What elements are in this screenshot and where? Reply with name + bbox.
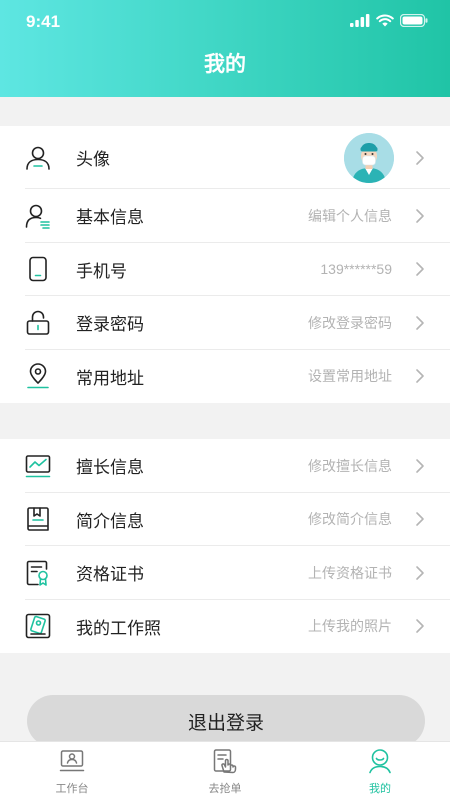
row-value: 修改擅长信息 xyxy=(308,457,392,474)
status-icons xyxy=(350,14,428,27)
row-value: 修改登录密码 xyxy=(308,314,392,331)
chevron-right-icon xyxy=(416,512,424,527)
tab-bar: 工作台 去抢单 我的 xyxy=(0,741,450,800)
row-specialty[interactable]: 擅长信息 修改擅长信息 xyxy=(0,439,450,493)
chevron-right-icon xyxy=(416,150,424,165)
row-value: 修改简介信息 xyxy=(308,511,392,528)
user-icon xyxy=(25,145,51,171)
chart-board-icon xyxy=(25,453,51,479)
tab-workbench[interactable]: 工作台 xyxy=(27,748,117,796)
tab-grab-order[interactable]: 去抢单 xyxy=(180,748,270,796)
row-value: 设置常用地址 xyxy=(308,368,392,385)
row-label: 头像 xyxy=(76,150,110,169)
status-time: 9:41 xyxy=(26,12,61,31)
row-value: 编辑个人信息 xyxy=(308,207,392,224)
lock-icon xyxy=(25,310,51,336)
avatar[interactable] xyxy=(344,132,394,183)
bookmark-doc-icon xyxy=(25,506,51,532)
certificate-icon xyxy=(25,560,51,586)
row-label: 基本信息 xyxy=(76,208,144,228)
row-phone[interactable]: 手机号 139******59 xyxy=(0,243,450,296)
row-label: 资格证书 xyxy=(76,565,144,585)
user-edit-icon xyxy=(25,203,51,229)
row-intro[interactable]: 简介信息 修改简介信息 xyxy=(0,493,450,546)
row-address[interactable]: 常用地址 设置常用地址 xyxy=(0,350,450,404)
battery-icon xyxy=(400,14,428,27)
row-label: 登录密码 xyxy=(76,315,144,335)
workbench-icon xyxy=(59,750,85,772)
tab-label: 去抢单 xyxy=(208,783,242,795)
signal-icon xyxy=(350,14,370,27)
row-value: 上传我的照片 xyxy=(308,618,392,635)
chevron-right-icon xyxy=(416,565,424,580)
chevron-right-icon xyxy=(416,458,424,473)
phone-icon xyxy=(25,256,51,282)
photo-frame-icon xyxy=(25,613,51,639)
row-value: 139******59 xyxy=(320,261,392,278)
logout-button[interactable]: 退出登录 xyxy=(27,695,425,747)
row-certificate[interactable]: 资格证书 上传资格证书 xyxy=(0,546,450,600)
chevron-right-icon xyxy=(416,262,424,277)
row-work-photo[interactable]: 我的工作照 上传我的照片 xyxy=(0,600,450,654)
row-label: 我的工作照 xyxy=(76,618,161,638)
header: 9:41 我的 xyxy=(0,0,450,97)
status-bar: 9:41 xyxy=(0,0,450,44)
row-label: 常用地址 xyxy=(76,368,144,388)
chevron-right-icon xyxy=(416,369,424,384)
location-pin-icon xyxy=(25,363,51,389)
page-title: 我的 xyxy=(204,53,246,76)
profile-icon xyxy=(369,749,391,774)
row-value: 上传资格证书 xyxy=(308,564,392,581)
professional-group: 擅长信息 修改擅长信息 简介信息 修改简介信息 资格证书 上传资格证书 我的工作… xyxy=(0,439,450,653)
grab-order-icon xyxy=(213,749,237,774)
row-label: 擅长信息 xyxy=(76,458,144,478)
tab-label: 工作台 xyxy=(55,783,89,795)
chevron-right-icon xyxy=(416,315,424,330)
tab-label: 我的 xyxy=(369,783,391,795)
row-password[interactable]: 登录密码 修改登录密码 xyxy=(0,296,450,350)
wifi-icon xyxy=(376,14,394,27)
tab-my[interactable]: 我的 xyxy=(335,748,425,796)
row-avatar[interactable]: 头像 xyxy=(0,126,450,189)
chevron-right-icon xyxy=(416,619,424,634)
chevron-right-icon xyxy=(416,208,424,223)
row-basic-info[interactable]: 基本信息 编辑个人信息 xyxy=(0,189,450,243)
row-label: 手机号 xyxy=(76,261,127,281)
row-label: 简介信息 xyxy=(76,511,144,531)
profile-group: 头像 基本信息 编辑个人信息 手机号 139******59 登录密码 修改登录… xyxy=(0,126,450,403)
